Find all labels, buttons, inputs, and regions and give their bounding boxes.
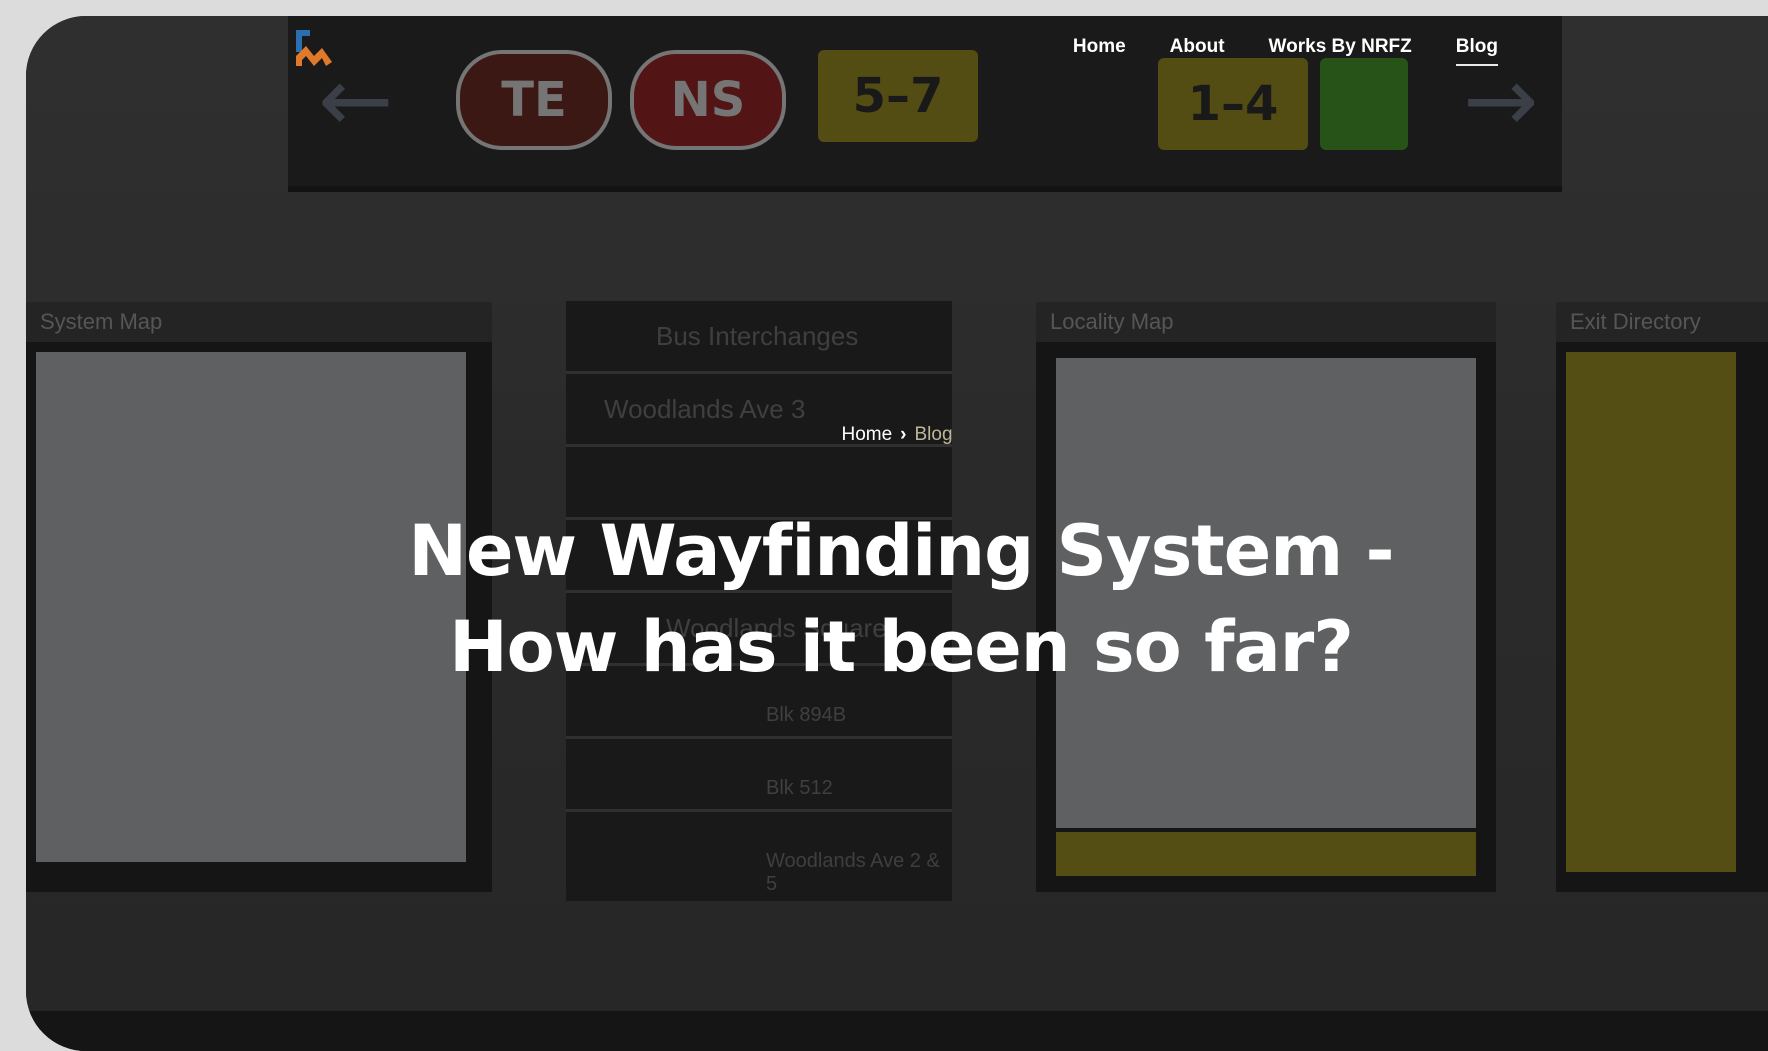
page-title: New Wayfinding System - How has it been … [408, 509, 1394, 688]
main-nav: Home About Works By NRFZ Blog [1073, 36, 1498, 66]
nav-works[interactable]: Works By NRFZ [1269, 36, 1412, 66]
hero-frame: ← TE NS 5–7 1–4 → System Map Bus Interch… [26, 16, 1768, 1051]
breadcrumb-home[interactable]: Home [841, 424, 892, 445]
breadcrumb: Home › Blog [26, 424, 1768, 446]
breadcrumb-current: Blog [914, 424, 953, 445]
logo-icon [296, 30, 332, 66]
nav-blog[interactable]: Blog [1455, 36, 1498, 66]
nav-about[interactable]: About [1170, 36, 1225, 66]
chevron-right-icon: › [900, 424, 907, 445]
nav-home[interactable]: Home [1073, 36, 1126, 66]
